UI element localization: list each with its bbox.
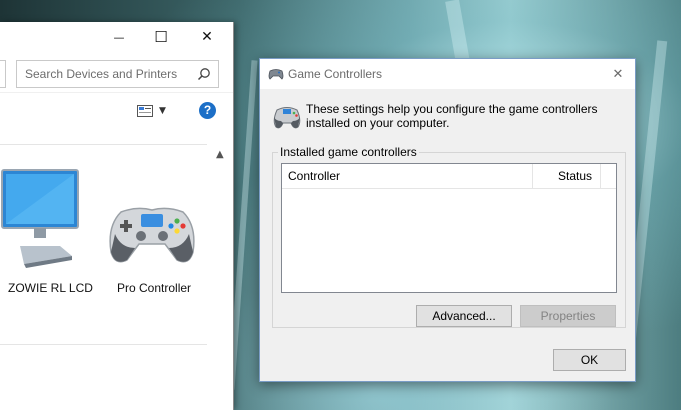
- group-divider: [0, 344, 207, 345]
- monitor-icon[interactable]: [0, 168, 80, 276]
- dialog-titlebar: Game Controllers ✕: [260, 59, 635, 89]
- scroll-up-arrow-icon[interactable]: ▲: [216, 149, 224, 160]
- close-button[interactable]: ✕: [184, 22, 230, 52]
- device-label-controller: Pro Controller: [117, 281, 192, 295]
- controllers-list[interactable]: Controller Status: [281, 163, 617, 293]
- column-header-status[interactable]: Status: [558, 169, 592, 183]
- game-controllers-dialog: Game Controllers ✕ These settings help y…: [259, 58, 636, 382]
- toolbar-separator: [0, 92, 233, 93]
- close-icon: ✕: [201, 29, 213, 45]
- advanced-button[interactable]: Advanced...: [416, 305, 512, 327]
- close-icon: ✕: [612, 66, 624, 82]
- device-label-monitor: ZOWIE RL LCD: [8, 281, 93, 295]
- maximize-icon: ☐: [154, 28, 168, 46]
- help-icon[interactable]: ?: [199, 102, 216, 119]
- dialog-title: Game Controllers: [288, 67, 383, 81]
- gamepad-icon: [268, 69, 284, 80]
- vertical-scrollbar[interactable]: [215, 142, 232, 410]
- column-divider[interactable]: [600, 164, 601, 188]
- search-box[interactable]: [16, 60, 219, 88]
- gamepad-icon: [273, 107, 301, 129]
- dialog-close-button[interactable]: ✕: [607, 63, 629, 85]
- group-label: Installed game controllers: [278, 145, 419, 159]
- gamepad-icon[interactable]: [107, 204, 197, 266]
- chevron-down-icon[interactable]: ▼: [159, 106, 166, 116]
- column-header-controller[interactable]: Controller: [288, 169, 340, 183]
- ok-button[interactable]: OK: [553, 349, 626, 371]
- list-header: Controller Status: [282, 164, 616, 189]
- address-bar-edge[interactable]: [0, 60, 6, 88]
- devices-and-printers-window: — ☐ ✕ ▼ ? ▲ ZOWIE RL LCD: [0, 22, 234, 410]
- minimize-icon: —: [113, 30, 125, 44]
- group-divider: [0, 144, 207, 145]
- search-input[interactable]: [25, 66, 190, 82]
- column-divider[interactable]: [532, 164, 533, 188]
- search-icon[interactable]: [197, 67, 211, 81]
- explorer-titlebar: — ☐ ✕: [0, 22, 233, 52]
- dialog-description: These settings help you configure the ga…: [306, 102, 598, 130]
- maximize-button[interactable]: ☐: [138, 22, 184, 52]
- installed-controllers-group: Installed game controllers Controller St…: [272, 145, 626, 328]
- change-view-icon[interactable]: [137, 105, 153, 117]
- minimize-button[interactable]: —: [96, 22, 142, 52]
- properties-button[interactable]: Properties: [520, 305, 616, 327]
